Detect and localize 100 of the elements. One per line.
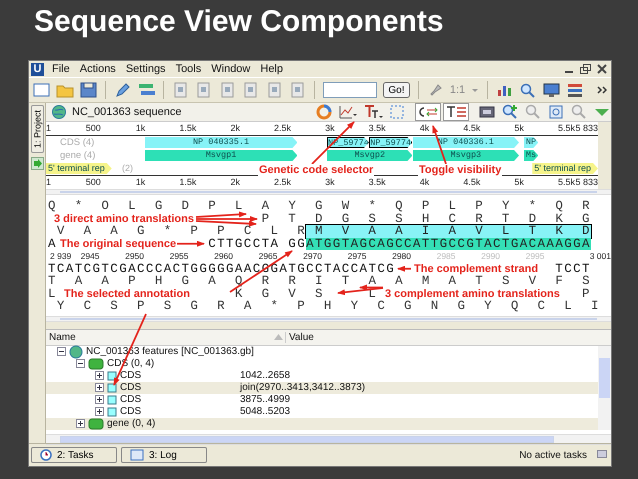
- window-icon[interactable]: [33, 82, 50, 98]
- ruler-label: 2.5k: [274, 123, 292, 133]
- expander-icon[interactable]: [95, 407, 104, 416]
- ruler-label: 3.5k: [368, 123, 386, 133]
- horizontal-scrollbar[interactable]: [46, 189, 611, 195]
- pencil-icon[interactable]: [114, 82, 132, 98]
- track-name: gene (4): [60, 150, 96, 161]
- ruler-label: 2k: [230, 177, 240, 187]
- zoom-in-icon[interactable]: [501, 103, 519, 121]
- document-icon[interactable]: [172, 82, 190, 98]
- ruler-label: 5 833: [575, 177, 598, 187]
- track-name: CDS (4): [60, 137, 94, 148]
- ruler-label: 1.5k: [179, 123, 196, 133]
- menu-item[interactable]: File: [50, 63, 78, 75]
- square-icon: [107, 394, 117, 404]
- magnifier-icon[interactable]: [519, 82, 537, 98]
- translation-toggle-icon[interactable]: [443, 103, 469, 121]
- callout-label: 3 direct amino translations: [53, 212, 195, 224]
- ruler-label: 3.5k: [368, 177, 386, 187]
- tree-label: gene (0, 4): [107, 418, 156, 429]
- sequence-text: L: [48, 288, 57, 300]
- callout-label: The selected annotation: [63, 288, 191, 300]
- search-field[interactable]: [323, 82, 378, 98]
- menu-item[interactable]: Tools: [174, 63, 210, 75]
- annotation-highlight[interactable]: ATGGTAGCAGCCATTGCCGTACTGACAAAGGA: [306, 238, 591, 250]
- callout-label: The complement strand: [413, 262, 540, 274]
- expander-icon[interactable]: [57, 347, 66, 356]
- ruler-label: 2k: [230, 123, 240, 133]
- menu-item[interactable]: Window: [209, 63, 258, 75]
- horizontal-scrollbar[interactable]: [46, 434, 611, 444]
- tree-row[interactable]: CDS 5048..5203: [46, 406, 598, 418]
- ruler-label: 4k: [420, 177, 430, 187]
- ruler-label: 1k: [136, 123, 146, 133]
- position-label: 2945: [80, 250, 100, 262]
- monitor-icon: [597, 450, 607, 460]
- position-label: 3 001: [590, 250, 611, 262]
- layers-icon[interactable]: [138, 82, 155, 98]
- position-label: 2965: [258, 250, 278, 262]
- ring-icon[interactable]: [315, 103, 333, 121]
- expander-icon[interactable]: [95, 395, 104, 404]
- sequence-text: TCCT: [555, 262, 591, 275]
- callout-label: Toggle visibility: [418, 164, 502, 176]
- fit-icon[interactable]: [547, 103, 565, 121]
- close-icon[interactable]: [597, 64, 607, 74]
- go-button[interactable]: Go!: [383, 82, 410, 98]
- menu-item[interactable]: Actions: [78, 63, 124, 75]
- ruler-label: 5k: [514, 123, 524, 133]
- tree-row[interactable]: gene (0, 4): [46, 418, 598, 430]
- text-format-icon[interactable]: [363, 103, 383, 121]
- position-label: 2985: [436, 250, 456, 262]
- ruler-label: 5k: [514, 177, 524, 187]
- ruler-label: 4k: [420, 123, 430, 133]
- menu-item[interactable]: Settings: [124, 63, 174, 75]
- position-label: 2990: [481, 250, 500, 262]
- expander-icon[interactable]: [95, 371, 104, 380]
- document-icon[interactable]: [218, 82, 236, 98]
- ruler-label: 5 833: [575, 123, 598, 133]
- ruler-label: 1k: [136, 177, 146, 187]
- save-icon[interactable]: [80, 82, 98, 98]
- annotation-highlight[interactable]: M V A A I A V L T K D: [306, 225, 591, 238]
- tree-row[interactable]: CDS 1042..2658: [46, 370, 598, 382]
- ruler-label: 5.5k: [558, 177, 575, 187]
- tree-value: 5048..5203: [240, 406, 290, 417]
- column-header[interactable]: Value: [286, 332, 314, 342]
- globe-icon: [51, 104, 67, 120]
- slide-title: Sequence View Components: [33, 4, 445, 40]
- document-icon[interactable]: [266, 82, 283, 98]
- tree-label: CDS: [120, 406, 142, 417]
- status-text: No active tasks: [519, 450, 587, 460]
- expander-icon[interactable]: [76, 359, 85, 368]
- globe-icon: [69, 344, 83, 358]
- project-tab[interactable]: 1: Project: [30, 105, 44, 154]
- log-tab[interactable]: 3: Log: [121, 447, 207, 463]
- track-count: (2): [122, 163, 133, 173]
- ruler-label: 4.5k: [463, 177, 480, 187]
- tree-row[interactable]: CDS 3875..4999: [46, 394, 598, 406]
- vertical-scrollbar[interactable]: [598, 346, 611, 430]
- expander-icon[interactable]: [95, 383, 104, 392]
- position-label: 2995: [526, 250, 544, 262]
- sequence-text: CTTGCCTA GG: [208, 238, 306, 250]
- expander-icon[interactable]: [76, 419, 85, 428]
- tree-row[interactable]: CDS join(2970..3413,3412..3873): [46, 382, 598, 394]
- monitor-icon[interactable]: [542, 82, 560, 98]
- selection-icon[interactable]: [388, 103, 406, 121]
- tree-value: join(2970..3413,3412..3873): [240, 382, 366, 393]
- ruler-label: 2.5k: [274, 177, 292, 187]
- square-icon: [107, 406, 117, 416]
- app-logo: U: [31, 62, 44, 76]
- restore-icon[interactable]: [580, 64, 591, 74]
- log-icon: [130, 449, 144, 461]
- sequence-text: Q * O L G D P L A Y G W * Q P L P Y * Q R: [48, 200, 591, 212]
- ruler-label: 500: [86, 123, 101, 133]
- complement-toggle-icon[interactable]: [415, 103, 441, 121]
- menu-item[interactable]: Help: [258, 63, 291, 75]
- list-icon[interactable]: [566, 82, 584, 98]
- arrow-icon[interactable]: [30, 157, 44, 170]
- chart-icon[interactable]: [338, 103, 358, 121]
- sequence-text: Y C S P S G R A * P H Y C G N G Y Q C L I: [56, 300, 600, 312]
- document-icon[interactable]: [289, 82, 306, 98]
- tasks-tab[interactable]: 2: Tasks: [31, 447, 117, 463]
